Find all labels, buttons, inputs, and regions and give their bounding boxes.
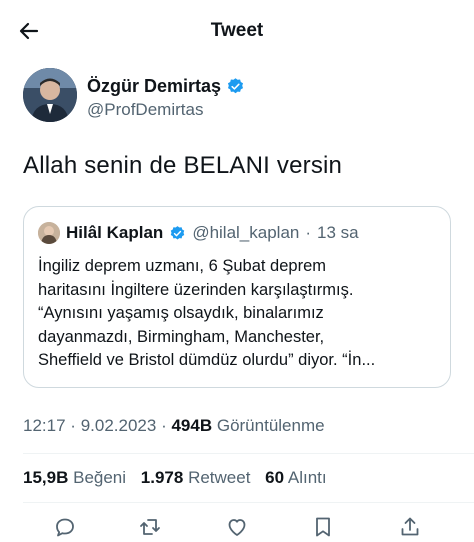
quoted-author-handle: @hilal_kaplan: [192, 223, 300, 242]
author-name[interactable]: Özgür Demirtaş: [87, 76, 221, 97]
avatar[interactable]: [23, 68, 77, 122]
like-button[interactable]: [224, 514, 250, 540]
action-bar: [0, 510, 474, 542]
verified-badge-icon: [228, 78, 244, 94]
separator-dot: ·: [305, 223, 312, 242]
quoted-text-line: İngiliz deprem uzmanı, 6 Şubat deprem: [38, 257, 326, 275]
top-bar: Tweet: [0, 0, 474, 62]
bookmark-button[interactable]: [310, 514, 336, 540]
author-handle[interactable]: @ProfDemirtas: [87, 100, 203, 120]
divider: [23, 453, 474, 454]
likes-label: Beğeni: [73, 468, 127, 487]
retweets-count: 1.978: [140, 468, 184, 487]
bookmark-icon: [316, 517, 330, 537]
tweet-date: 9.02.2023: [80, 416, 157, 435]
likes-count: 15,9B: [23, 468, 69, 487]
page-title: Tweet: [210, 20, 264, 41]
quoted-header: Hilâl Kaplan @hilal_kaplan · 13 sa: [38, 221, 359, 245]
quoted-author-name: Hilâl Kaplan: [66, 223, 164, 242]
reply-icon: [56, 518, 74, 537]
quoted-tweet[interactable]: Hilâl Kaplan @hilal_kaplan · 13 sa İngil…: [23, 206, 451, 388]
share-button[interactable]: [397, 514, 423, 540]
quotes-label: Alıntı: [287, 468, 327, 487]
reply-button[interactable]: [52, 514, 78, 540]
divider: [23, 502, 474, 503]
quoted-text-line: haritasını İngiltere üzerinden karşılaşt…: [38, 280, 354, 299]
quoted-time: 13 sa: [317, 223, 359, 242]
quoted-text-line: Sheffield ve Bristol dümdüz olurdu” diyo…: [38, 351, 376, 369]
retweets-label: Retweet: [188, 468, 251, 487]
quoted-avatar: [38, 222, 60, 244]
verified-badge-icon: [171, 225, 185, 240]
retweet-button[interactable]: [137, 514, 163, 540]
separator-dot: ·: [70, 416, 76, 435]
retweet-icon: [140, 519, 160, 535]
tweet-stats: 15,9B Beğeni 1.978 Retweet 60 Alıntı: [23, 468, 337, 488]
tweet-author: Özgür Demirtaş @ProfDemirtas: [23, 68, 453, 128]
quoted-text-line: “Aynısını yaşamış olsaydık, binalarımız: [38, 304, 324, 322]
views-label: Görüntülenme: [216, 416, 325, 435]
views-count: 494B: [171, 416, 213, 435]
retweets-stat[interactable]: 1.978 Retweet: [141, 468, 251, 487]
separator-dot: ·: [161, 416, 167, 435]
tweet-time: 12:17: [23, 416, 66, 435]
quoted-text-line: dayanmazdı, Birmingham, Manchester,: [38, 327, 325, 346]
quotes-stat[interactable]: 60 Alıntı: [265, 468, 326, 487]
tweet-text: Allah senin de BELANI versin: [23, 152, 343, 179]
quotes-count: 60: [265, 468, 285, 487]
quoted-text: İngiliz deprem uzmanı, 6 Şubat deprem ha…: [38, 255, 440, 373]
tweet-meta: 12:17 · 9.02.2023 · 494B Görüntülenme: [23, 416, 325, 436]
like-icon: [228, 519, 246, 536]
author-name-row: Özgür Demirtaş: [87, 76, 245, 97]
likes-stat[interactable]: 15,9B Beğeni: [23, 468, 126, 487]
share-icon: [401, 517, 419, 536]
